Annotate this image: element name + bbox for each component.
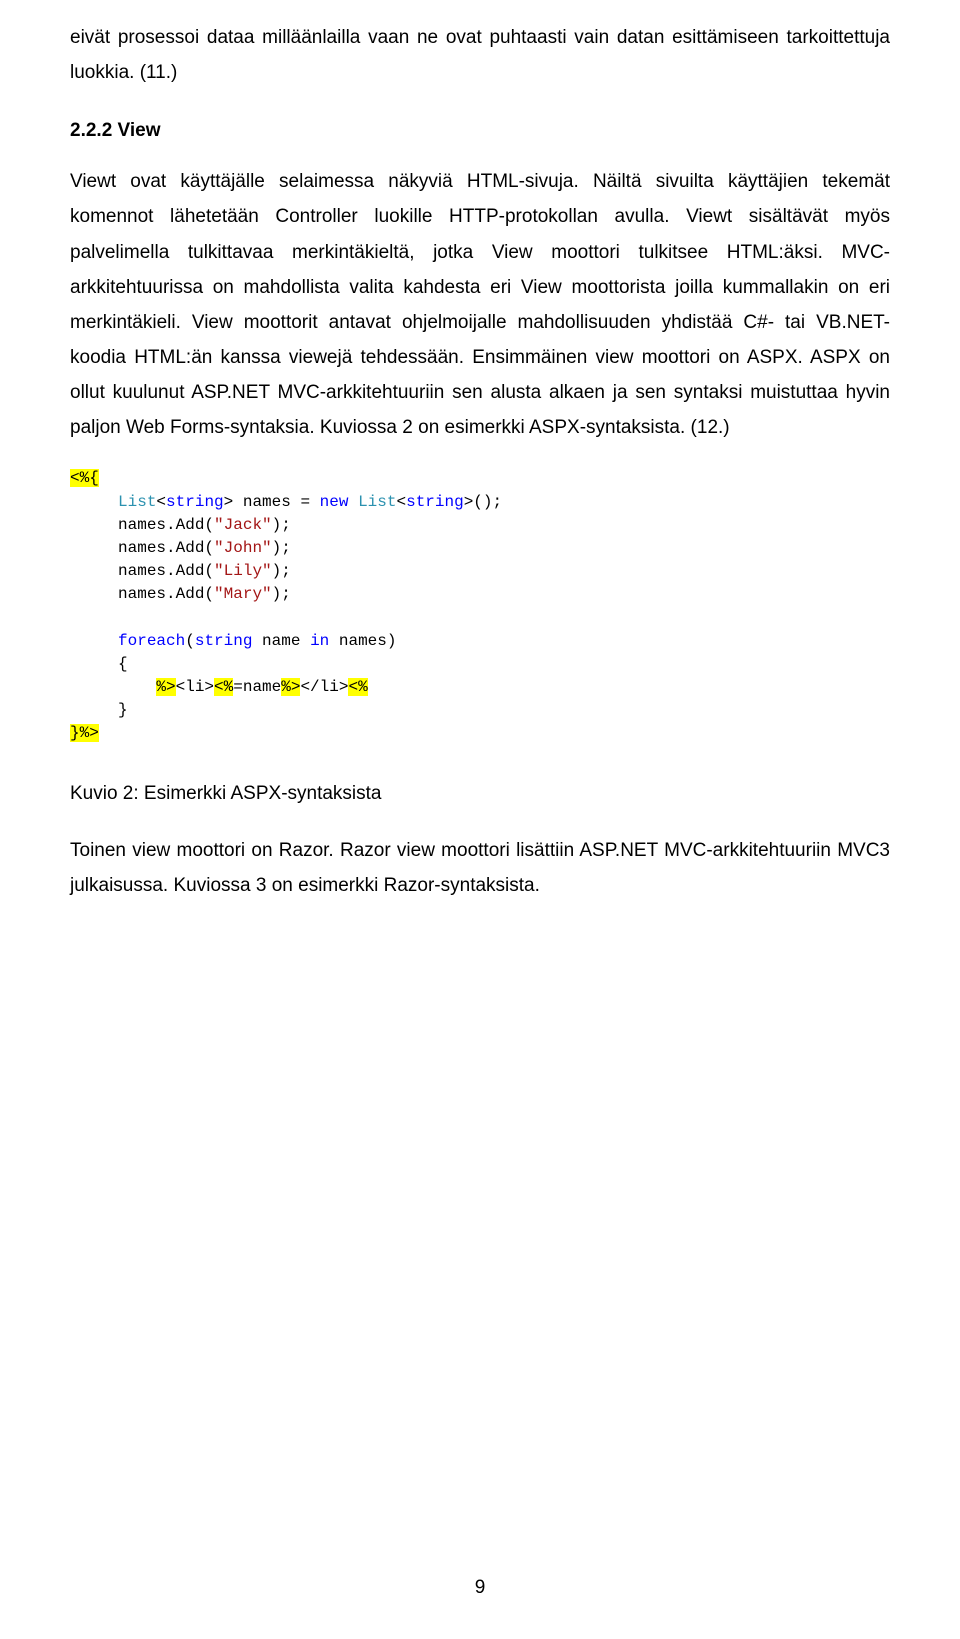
code-token: ( bbox=[185, 632, 195, 650]
figure-caption: Kuvio 2: Esimerkki ASPX-syntaksista bbox=[70, 776, 890, 811]
code-token: names.Add( bbox=[118, 516, 214, 534]
code-token: =name bbox=[233, 678, 281, 696]
code-token: <% bbox=[348, 678, 367, 696]
code-token: >(); bbox=[464, 493, 502, 511]
code-token: ); bbox=[272, 585, 291, 603]
code-token: name bbox=[252, 632, 310, 650]
code-token: in bbox=[310, 632, 329, 650]
code-token: ); bbox=[272, 562, 291, 580]
code-token: <li> bbox=[176, 678, 214, 696]
code-token: ); bbox=[272, 516, 291, 534]
code-token: "Lily" bbox=[214, 562, 272, 580]
code-example-aspx: <%{ List<string> names = new List<string… bbox=[70, 467, 890, 745]
code-token: < bbox=[396, 493, 406, 511]
code-token: "Mary" bbox=[214, 585, 272, 603]
code-token: string bbox=[166, 493, 224, 511]
code-token: names.Add( bbox=[118, 562, 214, 580]
code-token: List bbox=[118, 493, 156, 511]
code-token: <% bbox=[214, 678, 233, 696]
code-token: %> bbox=[156, 678, 175, 696]
code-token: List bbox=[358, 493, 396, 511]
heading-2-2-2: 2.2.2 View bbox=[70, 120, 890, 142]
code-open-tag: <%{ bbox=[70, 469, 99, 487]
code-token: "John" bbox=[214, 539, 272, 557]
code-token: ); bbox=[272, 539, 291, 557]
code-token: string bbox=[195, 632, 253, 650]
paragraph-2: Viewt ovat käyttäjälle selaimessa näkyvi… bbox=[70, 164, 890, 445]
code-token: names.Add( bbox=[118, 539, 214, 557]
paragraph-3: Toinen view moottori on Razor. Razor vie… bbox=[70, 833, 890, 903]
code-token: %> bbox=[281, 678, 300, 696]
code-token: < bbox=[156, 493, 166, 511]
code-token: "Jack" bbox=[214, 516, 272, 534]
code-token: </li> bbox=[300, 678, 348, 696]
code-token: { bbox=[118, 655, 128, 673]
document-page: eivät prosessoi dataa milläänlailla vaan… bbox=[0, 0, 960, 1639]
code-token: string bbox=[406, 493, 464, 511]
code-close-tag: }%> bbox=[70, 724, 99, 742]
code-token bbox=[348, 493, 358, 511]
code-token: names.Add( bbox=[118, 585, 214, 603]
page-number: 9 bbox=[0, 1577, 960, 1599]
code-token: > names = bbox=[224, 493, 320, 511]
code-token: names) bbox=[329, 632, 396, 650]
code-token: } bbox=[118, 701, 128, 719]
code-token: new bbox=[320, 493, 349, 511]
code-token: foreach bbox=[118, 632, 185, 650]
paragraph-1: eivät prosessoi dataa milläänlailla vaan… bbox=[70, 20, 890, 90]
